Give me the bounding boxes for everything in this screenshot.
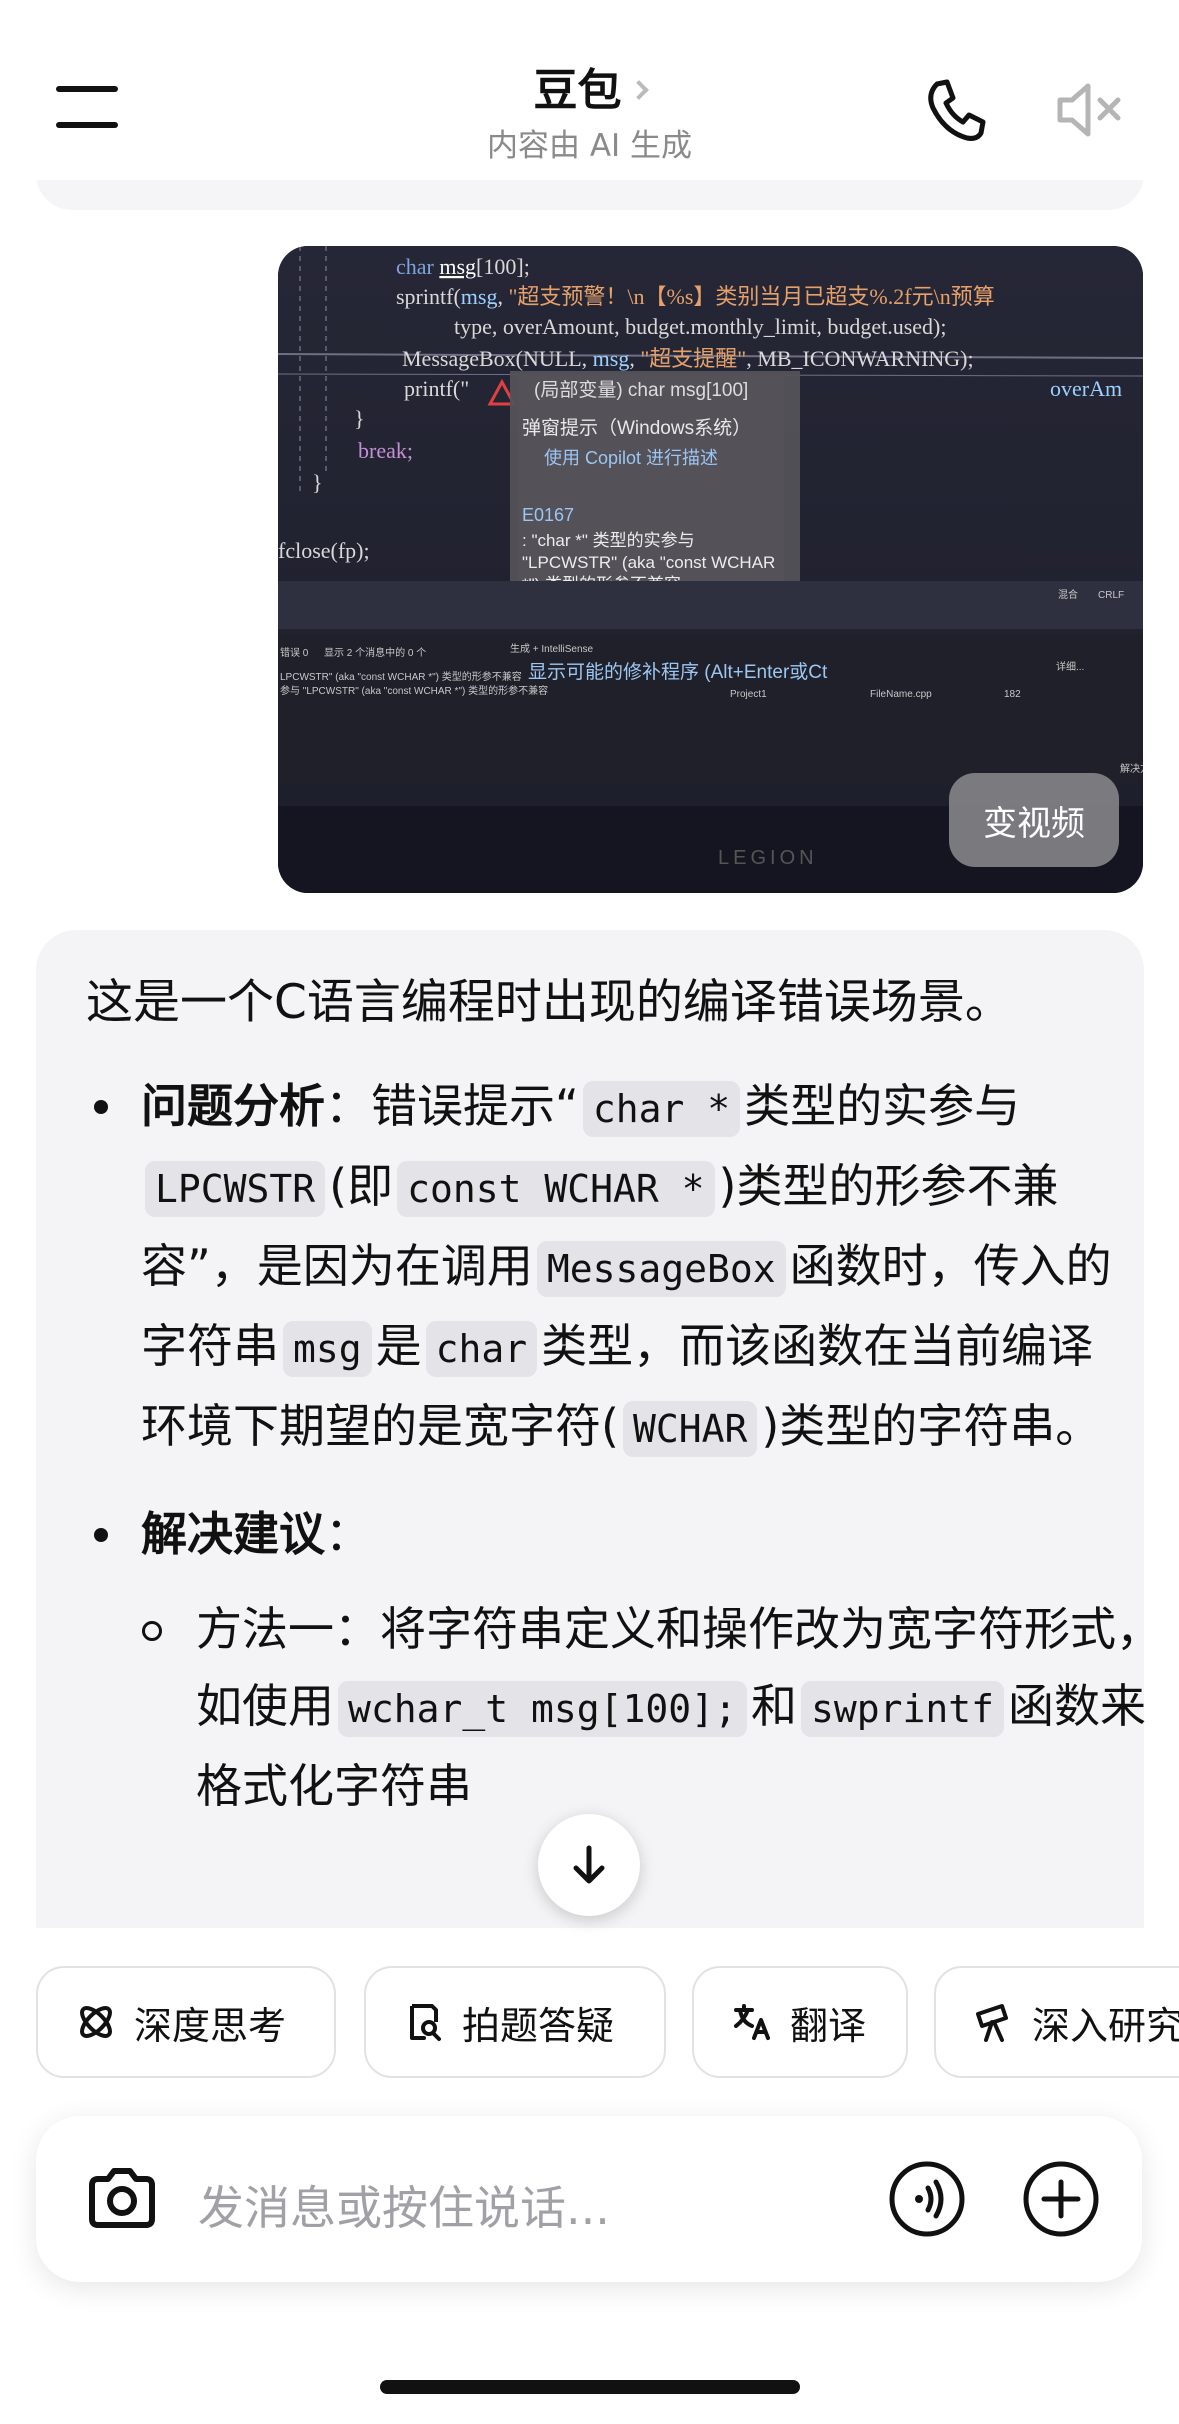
tooltip-error-code: E0167 [522, 505, 574, 525]
top-bar: 豆包 内容由 AI 生成 [0, 0, 1179, 180]
status-project: Project1 [730, 689, 767, 700]
status-build: 生成 + IntelliSense [510, 642, 594, 655]
convert-to-video-button[interactable]: 变视频 [949, 773, 1119, 867]
error-row: LPCWSTR" (aka "const WCHAR *") 类型的形参不兼容 [280, 670, 522, 683]
inline-code: LPCWSTR [145, 1161, 326, 1217]
chevron-right-icon [628, 80, 649, 100]
list-item: 方法一：将字符串定义和操作改为宽字符形式，如使用 wchar_t msg[100]… [86, 1591, 1166, 1825]
chat-title[interactable]: 豆包 [534, 54, 622, 118]
code-line: MessageBox(NULL, msg, "超支提醒", MB_ICONWAR… [402, 346, 974, 371]
inline-code: char * [582, 1081, 741, 1137]
inline-code: char [425, 1321, 538, 1377]
user-photo-message[interactable]: char msg[100]; sprintf(msg, "超支预警！\n【%s】… [278, 246, 1143, 893]
status-file: FileName.cpp [870, 689, 932, 700]
tooltip-error-line: : "char *" 类型的实参与 [522, 531, 695, 550]
scroll-to-bottom-button[interactable] [538, 1814, 640, 1916]
inline-code: wchar_t msg[100]; [338, 1681, 747, 1737]
code-line: printf(" [404, 376, 469, 401]
tooltip-copilot: 使用 Copilot 进行描述 [544, 448, 718, 468]
code-line: sprintf(msg, "超支预警！\n【%s】类别当月已超支%.2f元\n预… [396, 284, 995, 309]
quick-actions: 深度思考 拍题答疑 翻译 深入研究 [36, 1966, 1179, 2080]
tooltip-var: (局部变量) char msg[100] [534, 379, 748, 401]
code-line: } [354, 406, 365, 431]
atom-icon [80, 2006, 112, 2038]
status-mixed: 混合 [1058, 588, 1078, 601]
translate-icon [734, 2004, 770, 2040]
speaker-mute-icon[interactable] [1050, 70, 1130, 150]
inline-code: swprintf [800, 1681, 1004, 1737]
status-line: 182 [1004, 689, 1021, 700]
code-line: } [312, 470, 323, 495]
code-line: fclose(fp); [278, 538, 370, 563]
message-input[interactable]: 发消息或按住说话... [198, 2172, 610, 2238]
camera-icon[interactable] [84, 2161, 160, 2241]
doc-search-icon [410, 2004, 441, 2041]
suggestion-heading: 解决建议 [141, 1507, 325, 1561]
telescope-icon [976, 2004, 1008, 2042]
arrow-down-icon [573, 1845, 605, 1884]
tooltip-fix-link: 显示可能的修补程序 (Alt+Enter或Ct [528, 661, 828, 683]
plus-icon[interactable] [1020, 2158, 1102, 2244]
list-item: 问题分析：错误提示“ char * 类型的实参与LPCWSTR (即 const WCH… [86, 1068, 1126, 1468]
inline-code: const WCHAR * [397, 1161, 715, 1217]
status-messages: 显示 2 个消息中的 0 个 [324, 646, 426, 659]
status-crlf: CRLF [1098, 590, 1124, 601]
inline-code: WCHAR [622, 1401, 758, 1457]
error-row: 参与 "LPCWSTR" (aka "const WCHAR *") 类型的形参… [280, 684, 548, 697]
code-fragment: overAm [1050, 376, 1122, 401]
tooltip-title: 弹窗提示（Windows系统） [522, 417, 751, 439]
phone-icon[interactable] [915, 70, 995, 150]
code-line: type, overAmount, budget.monthly_limit, … [454, 314, 947, 339]
code-line: char msg[100]; [396, 254, 530, 279]
ai-disclaimer: 内容由 AI 生成 [486, 128, 693, 164]
chip-photo-question[interactable]: 拍题答疑 [364, 1966, 666, 2078]
status-detail: 详细... [1056, 660, 1084, 673]
chip-translate[interactable]: 翻译 [692, 1966, 908, 2078]
list-item: 解决建议： [86, 1496, 1126, 1573]
tooltip-error-line: "LPCWSTR" (aka "const WCHAR [522, 553, 775, 572]
reply-intro: 这是一个C语言编程时出现的编译错误场景。 [86, 975, 1012, 1030]
chip-deep-research[interactable]: 深入研究 [934, 1966, 1179, 2078]
status-errors: 错误 0 [280, 646, 309, 659]
home-indicator [380, 2380, 800, 2394]
status-corner: 解决方 [1120, 762, 1143, 775]
inline-code: msg [283, 1321, 372, 1377]
monitor-brand: LEGION [718, 847, 818, 869]
analysis-heading: 问题分析 [141, 1079, 325, 1133]
inline-code: MessageBox [536, 1241, 786, 1297]
code-line: break; [358, 438, 413, 463]
message-input-bar[interactable]: 发消息或按住说话... [36, 2116, 1142, 2282]
chip-deep-think[interactable]: 深度思考 [36, 1966, 336, 2078]
composer-panel: 深度思考 拍题答疑 翻译 深入研究 发消息或按住说话... [0, 1928, 1179, 2424]
voice-call-icon[interactable] [886, 2158, 968, 2244]
